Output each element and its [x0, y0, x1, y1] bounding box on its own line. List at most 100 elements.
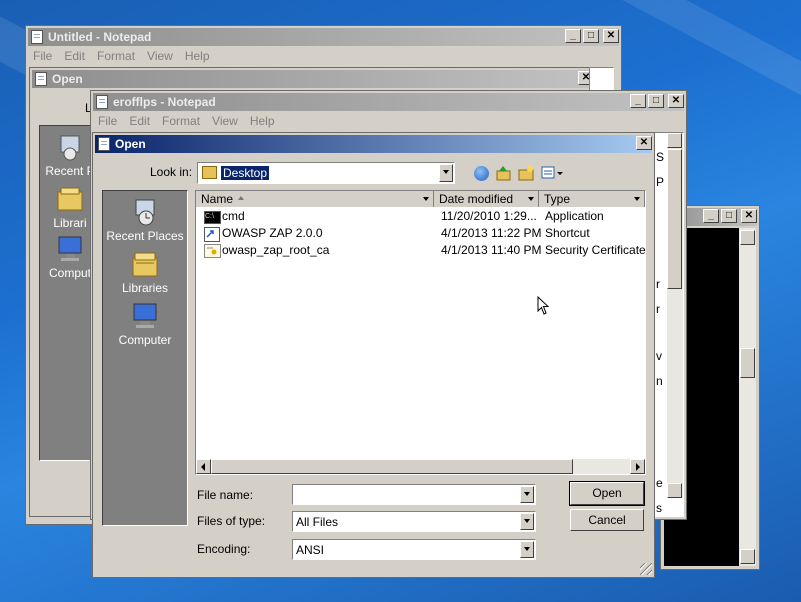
column-headers: Name Date modified Type [196, 191, 645, 207]
scroll-down-button[interactable] [667, 483, 682, 498]
look-in-combo[interactable]: Desktop [197, 162, 455, 184]
file-name: cmd [222, 209, 245, 223]
text-fragment: S [656, 150, 665, 164]
place-libraries[interactable]: Libraries [103, 249, 187, 295]
text-fragment: e [656, 476, 663, 490]
menu-help[interactable]: Help [180, 47, 215, 66]
file-name: OWASP ZAP 2.0.0 [222, 226, 323, 240]
folder-icon [202, 166, 217, 179]
file-row[interactable]: C:\ cmd 11/20/2010 1:29... Application [198, 208, 644, 225]
file-list[interactable]: Name Date modified Type C:\ cmd 11/20/20… [195, 190, 646, 475]
title-bar[interactable]: erofflps - Notepad _ □ ✕ [93, 93, 684, 111]
look-in-value: Desktop [219, 165, 271, 181]
text-fragment: P [656, 175, 665, 189]
window-title: Untitled - Notepad [48, 30, 152, 44]
maximize-button[interactable]: □ [648, 94, 664, 108]
scroll-up-button[interactable] [740, 230, 755, 245]
certificate-icon [204, 244, 221, 258]
libraries-icon [130, 249, 160, 279]
menu-edit[interactable]: Edit [124, 112, 155, 131]
scroll-left-button[interactable] [196, 459, 211, 474]
back-icon[interactable] [474, 166, 489, 181]
scroll-thumb[interactable] [211, 459, 573, 474]
close-button[interactable]: ✕ [741, 209, 757, 223]
dialog-icon [98, 137, 110, 151]
horizontal-scrollbar[interactable] [196, 459, 645, 474]
recent-places-icon [130, 197, 160, 227]
dialog-title-bar[interactable]: Open ✕ [32, 70, 594, 88]
chevron-down-icon[interactable] [527, 194, 536, 204]
mouse-cursor-icon [537, 295, 551, 316]
cancel-button[interactable]: Cancel [570, 509, 644, 531]
files-of-type-select[interactable]: All Files [292, 511, 536, 532]
menu-file[interactable]: File [93, 112, 122, 131]
column-header-date-modified[interactable]: Date modified [434, 191, 539, 207]
sort-up-icon [238, 196, 244, 200]
window-title: erofflps - Notepad [113, 95, 216, 109]
notepad-text-area[interactable]: S P r r v n e s [653, 132, 684, 517]
chevron-down-icon[interactable] [520, 513, 534, 530]
maximize-button[interactable]: □ [721, 209, 737, 223]
scroll-up-button[interactable] [667, 133, 682, 148]
look-in-label: Look in: [150, 165, 193, 179]
open-button[interactable]: Open [569, 481, 645, 506]
close-button[interactable]: ✕ [636, 136, 652, 150]
console-scrollbar[interactable] [739, 228, 756, 566]
text-fragment: v [656, 349, 662, 363]
dialog-title-bar[interactable]: Open ✕ [95, 135, 652, 153]
maximize-button[interactable]: □ [583, 29, 599, 43]
menu-help[interactable]: Help [245, 112, 280, 131]
chevron-down-icon[interactable] [422, 194, 431, 204]
dialog-title: Open [52, 72, 83, 86]
menu-bar: File Edit Format View Help [93, 112, 684, 131]
file-date: 4/1/2013 11:22 PM [441, 226, 542, 240]
menu-format[interactable]: Format [157, 112, 205, 131]
minimize-button[interactable]: _ [703, 209, 719, 223]
notepad-scrollbar[interactable] [667, 133, 683, 498]
chevron-down-icon[interactable] [520, 486, 534, 503]
encoding-select[interactable]: ANSI [292, 539, 536, 560]
notepad-icon [96, 95, 108, 109]
place-computer[interactable]: Computer [103, 301, 187, 347]
chevron-down-icon[interactable] [633, 194, 642, 204]
recent-places-icon [55, 132, 85, 162]
resize-grip-icon[interactable] [640, 563, 652, 575]
up-folder-icon[interactable] [496, 165, 511, 181]
minimize-button[interactable]: _ [565, 29, 581, 43]
column-header-name[interactable]: Name [196, 191, 434, 207]
text-fragment: r [656, 302, 660, 316]
title-bar[interactable]: Untitled - Notepad _ □ ✕ [28, 28, 619, 46]
scroll-thumb[interactable] [667, 149, 682, 289]
file-name: owasp_zap_root_ca [222, 243, 330, 257]
file-row[interactable]: owasp_zap_root_ca 4/1/2013 11:40 PM Secu… [198, 242, 646, 259]
place-recent-places[interactable]: Recent Places [103, 197, 187, 243]
file-type: Security Certificate [545, 243, 646, 257]
close-button[interactable]: ✕ [668, 94, 684, 108]
files-of-type-label: Files of type: [197, 514, 266, 528]
view-menu-icon[interactable] [541, 165, 565, 181]
computer-icon [130, 301, 160, 331]
scroll-down-button[interactable] [740, 549, 755, 564]
menu-file[interactable]: File [28, 47, 57, 66]
file-name-label: File name: [197, 488, 254, 502]
chevron-down-icon[interactable] [520, 541, 534, 558]
text-fragment: n [656, 374, 663, 388]
menu-edit[interactable]: Edit [59, 47, 90, 66]
menu-format[interactable]: Format [92, 47, 140, 66]
open-dialog[interactable]: Open ✕ Look in: Desktop Recent Places Li… [92, 132, 655, 578]
file-row[interactable]: OWASP ZAP 2.0.0 4/1/2013 11:22 PM Shortc… [198, 225, 644, 242]
chevron-down-icon[interactable] [439, 164, 453, 182]
file-date: 11/20/2010 1:29... [441, 209, 537, 223]
menu-view[interactable]: View [207, 112, 243, 131]
libraries-icon [55, 184, 85, 214]
text-fragment: s [656, 501, 662, 515]
new-folder-icon[interactable] [518, 165, 534, 181]
scroll-thumb[interactable] [740, 348, 755, 378]
column-header-type[interactable]: Type [539, 191, 645, 207]
file-name-input[interactable] [292, 484, 536, 505]
menu-view[interactable]: View [142, 47, 178, 66]
cmd-icon: C:\ [204, 211, 221, 224]
close-button[interactable]: ✕ [603, 29, 619, 43]
minimize-button[interactable]: _ [630, 94, 646, 108]
scroll-right-button[interactable] [630, 459, 645, 474]
